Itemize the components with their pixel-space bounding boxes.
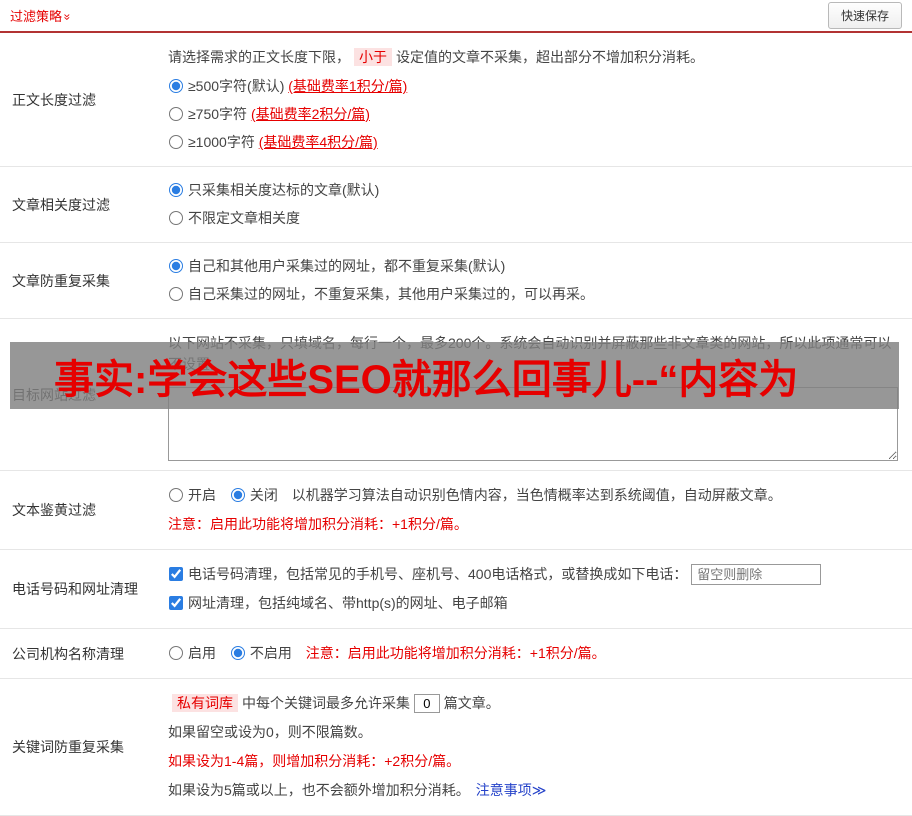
- row-label-target-site: 目标网站过滤: [12, 386, 96, 403]
- phone-cleanup-line: 电话号码清理，包括常见的手机号、座机号、400电话格式，或替换成如下电话：: [168, 564, 898, 585]
- length-750-fee-note: (基础费率2积分/篇): [250, 106, 370, 122]
- relevance-any-radio[interactable]: [169, 211, 183, 225]
- porn-filter-options: 开启 关闭 以机器学习算法自动识别色情内容，当色情概率达到系统阈值，自动屏蔽文章…: [168, 485, 898, 506]
- page-title[interactable]: 过滤策略»: [10, 6, 75, 25]
- row-porn-filter: 文本鉴黄过滤 开启 关闭 以机器学习算法自动识别色情内容，当色情概率达到系统阈值…: [0, 471, 912, 550]
- length-option-500: ≥500字符(默认) (基础费率1积分/篇): [168, 76, 898, 97]
- row-content-porn-filter: 开启 关闭 以机器学习算法自动识别色情内容，当色情概率达到系统阈值，自动屏蔽文章…: [160, 471, 912, 549]
- porn-on-option: 开启: [168, 487, 216, 503]
- length-1000-fee-note: (基础费率4积分/篇): [258, 134, 378, 150]
- length-500-radio[interactable]: [169, 79, 183, 93]
- phone-replacement-input[interactable]: [691, 564, 822, 585]
- phone-cleanup-option: 电话号码清理，包括常见的手机号、座机号、400电话格式，或替换成如下电话：: [168, 566, 687, 582]
- row-content-dedupe: 自己和其他用户采集过的网址，都不重复采集(默认) 自己采集过的网址，不重复采集，…: [160, 243, 912, 318]
- row-content-relevance: 只采集相关度达标的文章(默认) 不限定文章相关度: [160, 167, 912, 242]
- private-lexicon-highlight: 私有词库: [172, 694, 238, 712]
- company-enable-radio[interactable]: [169, 646, 183, 660]
- keyword-limit-text: 中每个关键词最多允许采集: [242, 695, 410, 711]
- keyword-limit-line: 私有词库中每个关键词最多允许采集 篇文章。: [168, 693, 898, 714]
- row-label-relevance: 文章相关度过滤: [12, 196, 110, 213]
- porn-off-label: 关闭: [249, 487, 278, 503]
- keyword-note-zero: 如果留空或设为0，则不限篇数。: [168, 724, 372, 740]
- keyword-note-cost: 如果设为1-4篇，则增加积分消耗：+2积分/篇。: [168, 753, 461, 769]
- row-relevance-filter: 文章相关度过滤 只采集相关度达标的文章(默认) 不限定文章相关度: [0, 167, 912, 243]
- row-body-length-filter: 正文长度过滤 请选择需求的正文长度下限， 小于 设定值的文章不采集，超出部分不增加积…: [0, 33, 912, 167]
- company-disable-option: 不启用: [230, 645, 292, 661]
- porn-filter-desc: 以机器学习算法自动识别色情内容，当色情概率达到系统阈值，自动屏蔽文章。: [291, 487, 782, 503]
- length-750-label: ≥750字符: [188, 106, 251, 122]
- row-dedupe: 文章防重复采集 自己和其他用户采集过的网址，都不重复采集(默认) 自己采集过的网…: [0, 243, 912, 319]
- keyword-limit-suffix: 篇文章。: [443, 695, 500, 711]
- row-target-site-filter: 目标网站过滤 以下网站不采集，只填域名，每行一个，最多200个。系统会自动识别并…: [0, 319, 912, 471]
- notes-link[interactable]: 注意事项≫: [476, 782, 547, 798]
- url-cleanup-label: 网址清理，包括纯域名、带http(s)的网址、电子邮箱: [188, 595, 508, 611]
- row-label-dedupe: 文章防重复采集: [12, 272, 110, 289]
- relevance-any-label: 不限定文章相关度: [188, 210, 300, 226]
- length-option-1000: ≥1000字符 (基础费率4积分/篇): [168, 132, 898, 153]
- length-1000-radio[interactable]: [169, 135, 183, 149]
- row-label-body-length: 正文长度过滤: [12, 91, 96, 108]
- quick-save-button[interactable]: 快速保存: [827, 2, 902, 29]
- row-label-company-name: 公司机构名称清理: [12, 645, 124, 662]
- company-enable-option: 启用: [168, 645, 216, 661]
- company-disable-radio[interactable]: [230, 646, 245, 660]
- row-content-phone-url: 电话号码清理，包括常见的手机号、座机号、400电话格式，或替换成如下电话： 网址…: [160, 550, 912, 628]
- row-content-body-length: 请选择需求的正文长度下限， 小于 设定值的文章不采集，超出部分不增加积分消耗。 ≥5…: [160, 33, 912, 166]
- porn-off-radio[interactable]: [230, 488, 245, 502]
- row-company-name-cleanup: 公司机构名称清理 启用 不启用 注意：启用此功能将增加积分消耗：+1积分/篇。: [0, 629, 912, 679]
- page-title-text: 过滤策略: [10, 9, 63, 24]
- top-bar: 过滤策略» 快速保存: [0, 0, 912, 33]
- porn-off-option: 关闭: [230, 487, 278, 503]
- length-option-750: ≥750字符 (基础费率2积分/篇): [168, 104, 898, 125]
- length-500-fee-note: (基础费率1积分/篇): [288, 78, 408, 94]
- dedupe-all-users-label: 自己和其他用户采集过的网址，都不重复采集(默认): [188, 258, 506, 274]
- url-cleanup-option: 网址清理，包括纯域名、带http(s)的网址、电子邮箱: [168, 595, 508, 611]
- porn-on-label: 开启: [188, 487, 216, 503]
- porn-filter-cost-note: 注意：启用此功能将增加积分消耗：+1积分/篇。: [168, 516, 468, 532]
- length-1000-label: ≥1000字符: [188, 134, 259, 150]
- target-site-description: 以下网站不采集，只填域名，每行一个，最多200个。系统会自动识别并屏蔽那些非文章…: [168, 335, 892, 372]
- phone-cleanup-label: 电话号码清理，包括常见的手机号、座机号、400电话格式，或替换成如下电话：: [188, 566, 688, 582]
- dedupe-self-only-radio[interactable]: [169, 287, 183, 301]
- relevance-strict-label: 只采集相关度达标的文章(默认): [188, 182, 380, 198]
- company-name-options: 启用 不启用 注意：启用此功能将增加积分消耗：+1积分/篇。: [168, 643, 898, 664]
- row-label-phone-url: 电话号码和网址清理: [12, 581, 138, 597]
- row-label-porn-filter: 文本鉴黄过滤: [12, 502, 96, 518]
- row-content-target-site: 以下网站不采集，只填域名，每行一个，最多200个。系统会自动识别并屏蔽那些非文章…: [160, 319, 912, 470]
- less-than-highlight: 小于: [354, 48, 392, 66]
- keyword-note-five-text: 如果设为5篇或以上，也不会额外增加积分消耗。: [168, 782, 470, 798]
- length-description: 请选择需求的正文长度下限， 小于 设定值的文章不采集，超出部分不增加积分消耗。: [168, 47, 898, 68]
- dedupe-option-all-users: 自己和其他用户采集过的网址，都不重复采集(默认): [168, 256, 898, 277]
- url-cleanup-checkbox[interactable]: [169, 596, 183, 610]
- phone-cleanup-checkbox[interactable]: [169, 567, 183, 581]
- row-keyword-dedupe: 关键词防重复采集 私有词库中每个关键词最多允许采集 篇文章。 如果留空或设为0，…: [0, 679, 912, 816]
- company-cost-note: 注意：启用此功能将增加积分消耗：+1积分/篇。: [305, 645, 606, 661]
- row-content-keyword-dedupe: 私有词库中每个关键词最多允许采集 篇文章。 如果留空或设为0，则不限篇数。 如果…: [160, 679, 912, 815]
- company-enable-label: 启用: [188, 645, 216, 661]
- dedupe-all-users-radio[interactable]: [169, 259, 183, 273]
- url-cleanup-line: 网址清理，包括纯域名、带http(s)的网址、电子邮箱: [168, 593, 898, 614]
- relevance-option-any: 不限定文章相关度: [168, 208, 898, 229]
- relevance-option-strict: 只采集相关度达标的文章(默认): [168, 180, 898, 201]
- keyword-note-five: 如果设为5篇或以上，也不会额外增加积分消耗。 注意事项≫: [168, 780, 898, 801]
- length-750-radio[interactable]: [169, 107, 183, 121]
- blocked-sites-textarea[interactable]: [168, 387, 898, 461]
- keyword-limit-input[interactable]: [413, 694, 440, 713]
- dedupe-self-only-label: 自己采集过的网址，不重复采集，其他用户采集过的，可以再采。: [188, 286, 594, 302]
- desc-text-post: 设定值的文章不采集，超出部分不增加积分消耗。: [396, 49, 704, 65]
- row-label-keyword-dedupe: 关键词防重复采集: [12, 739, 124, 755]
- desc-text-pre: 请选择需求的正文长度下限，: [168, 49, 350, 65]
- dedupe-option-self-only: 自己采集过的网址，不重复采集，其他用户采集过的，可以再采。: [168, 284, 898, 305]
- row-content-company-name: 启用 不启用 注意：启用此功能将增加积分消耗：+1积分/篇。: [160, 629, 912, 678]
- relevance-strict-radio[interactable]: [169, 183, 183, 197]
- row-phone-url-cleanup: 电话号码和网址清理 电话号码清理，包括常见的手机号、座机号、400电话格式，或替…: [0, 550, 912, 629]
- collapse-arrow-icon: »: [60, 13, 75, 21]
- length-500-label: ≥500字符(默认): [188, 78, 289, 94]
- company-disable-label: 不启用: [249, 645, 292, 661]
- porn-on-radio[interactable]: [169, 488, 183, 502]
